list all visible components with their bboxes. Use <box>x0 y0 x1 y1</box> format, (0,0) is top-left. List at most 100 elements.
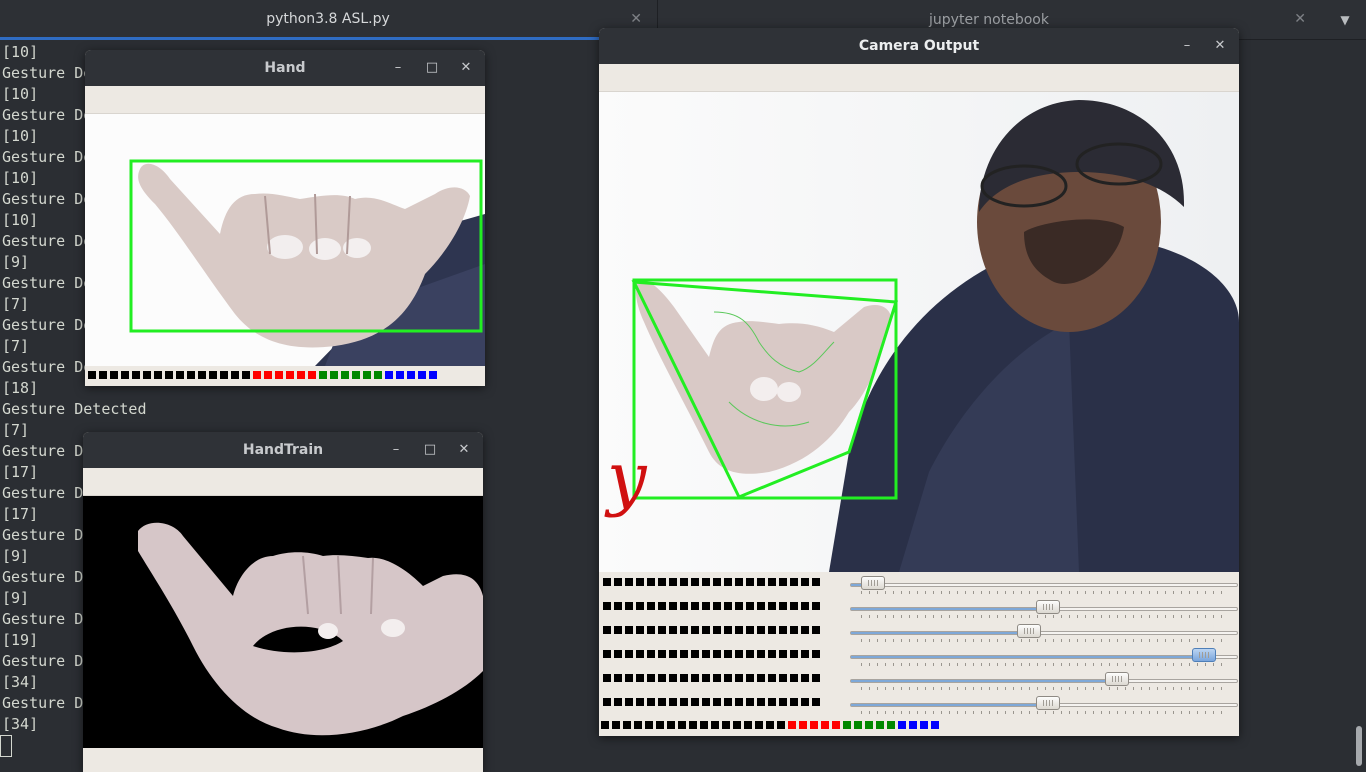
label-square <box>724 698 732 706</box>
status-square <box>187 371 195 379</box>
label-square <box>812 698 820 706</box>
trackbar-thumb[interactable] <box>1192 648 1216 662</box>
window-titlebar[interactable]: Hand – □ ✕ <box>85 50 485 86</box>
trackbar-label <box>603 578 820 586</box>
label-square <box>735 674 743 682</box>
label-square <box>702 650 710 658</box>
label-square <box>746 674 754 682</box>
close-icon[interactable]: ✕ <box>630 11 642 27</box>
label-square <box>603 650 611 658</box>
chevron-down-icon[interactable]: ▼ <box>1330 8 1360 32</box>
label-square <box>658 674 666 682</box>
label-square <box>746 650 754 658</box>
minimize-icon[interactable]: – <box>389 59 407 77</box>
label-square <box>768 650 776 658</box>
close-icon[interactable]: ✕ <box>457 59 475 77</box>
trackbar-ticks <box>861 687 1225 690</box>
status-square <box>755 721 763 729</box>
label-square <box>658 602 666 610</box>
status-square <box>909 721 917 729</box>
label-square <box>724 578 732 586</box>
label-square <box>658 698 666 706</box>
close-icon[interactable]: ✕ <box>455 441 473 459</box>
label-square <box>801 602 809 610</box>
label-square <box>669 626 677 634</box>
label-square <box>625 578 633 586</box>
minimize-icon[interactable]: – <box>387 441 405 459</box>
tab-python-asl[interactable]: python3.8 ASL.py ✕ <box>0 0 656 40</box>
trackbar-row <box>599 694 1239 718</box>
trackbar-track[interactable] <box>850 679 1238 683</box>
label-square <box>669 674 677 682</box>
trackbar-thumb[interactable] <box>1036 696 1060 710</box>
window-title: HandTrain <box>242 442 324 458</box>
trackbar-track[interactable] <box>850 631 1238 635</box>
label-square <box>680 674 688 682</box>
status-square <box>297 371 305 379</box>
status-square <box>132 371 140 379</box>
label-square <box>647 626 655 634</box>
window-titlebar[interactable]: Camera Output – ✕ <box>599 28 1239 64</box>
label-square <box>757 626 765 634</box>
minimize-icon[interactable]: – <box>1178 37 1196 55</box>
label-square <box>680 698 688 706</box>
label-square <box>614 602 622 610</box>
status-square <box>623 721 631 729</box>
trackbar-label <box>603 626 820 634</box>
label-square <box>735 698 743 706</box>
handtrain-window: HandTrain – □ ✕ <box>83 432 483 772</box>
status-square <box>253 371 261 379</box>
label-square <box>713 698 721 706</box>
status-square <box>121 371 129 379</box>
label-square <box>625 626 633 634</box>
trackbar-label <box>603 674 820 682</box>
label-square <box>603 626 611 634</box>
maximize-icon[interactable]: □ <box>421 441 439 459</box>
label-square <box>735 626 743 634</box>
tab-label: jupyter notebook <box>929 12 1049 28</box>
label-square <box>768 578 776 586</box>
label-square <box>713 650 721 658</box>
trackbar-label <box>603 602 820 610</box>
trackbar-track[interactable] <box>850 583 1238 587</box>
close-icon[interactable]: ✕ <box>1294 11 1306 27</box>
label-square <box>680 578 688 586</box>
trackbar-ticks <box>861 711 1225 714</box>
status-square <box>275 371 283 379</box>
label-square <box>702 578 710 586</box>
label-square <box>691 626 699 634</box>
maximize-icon[interactable]: □ <box>423 59 441 77</box>
status-square <box>689 721 697 729</box>
trackbar-track[interactable] <box>850 655 1238 659</box>
terminal-line: Gesture Detected <box>2 400 147 418</box>
trackbar-ticks <box>861 615 1225 618</box>
label-square <box>757 650 765 658</box>
status-square <box>722 721 730 729</box>
window-titlebar[interactable]: HandTrain – □ ✕ <box>83 432 483 468</box>
trackbar-label <box>603 698 820 706</box>
status-square <box>363 371 371 379</box>
label-square <box>636 578 644 586</box>
status-square <box>744 721 752 729</box>
status-square <box>176 371 184 379</box>
status-square <box>418 371 426 379</box>
hand-window: Hand – □ ✕ <box>85 50 485 386</box>
trackbar-thumb[interactable] <box>861 576 885 590</box>
label-square <box>812 578 820 586</box>
trackbar-thumb[interactable] <box>1017 624 1041 638</box>
label-square <box>779 602 787 610</box>
status-square <box>209 371 217 379</box>
close-icon[interactable]: ✕ <box>1211 37 1229 55</box>
status-square <box>821 721 829 729</box>
label-square <box>790 650 798 658</box>
label-square <box>691 674 699 682</box>
trackbar-row <box>599 598 1239 622</box>
label-square <box>757 674 765 682</box>
window-toolbar <box>83 468 483 496</box>
terminal-scrollbar[interactable] <box>1356 726 1362 766</box>
label-square <box>724 674 732 682</box>
trackbar-thumb[interactable] <box>1105 672 1129 686</box>
label-square <box>790 674 798 682</box>
trackbar-ticks <box>861 591 1225 594</box>
trackbar-thumb[interactable] <box>1036 600 1060 614</box>
